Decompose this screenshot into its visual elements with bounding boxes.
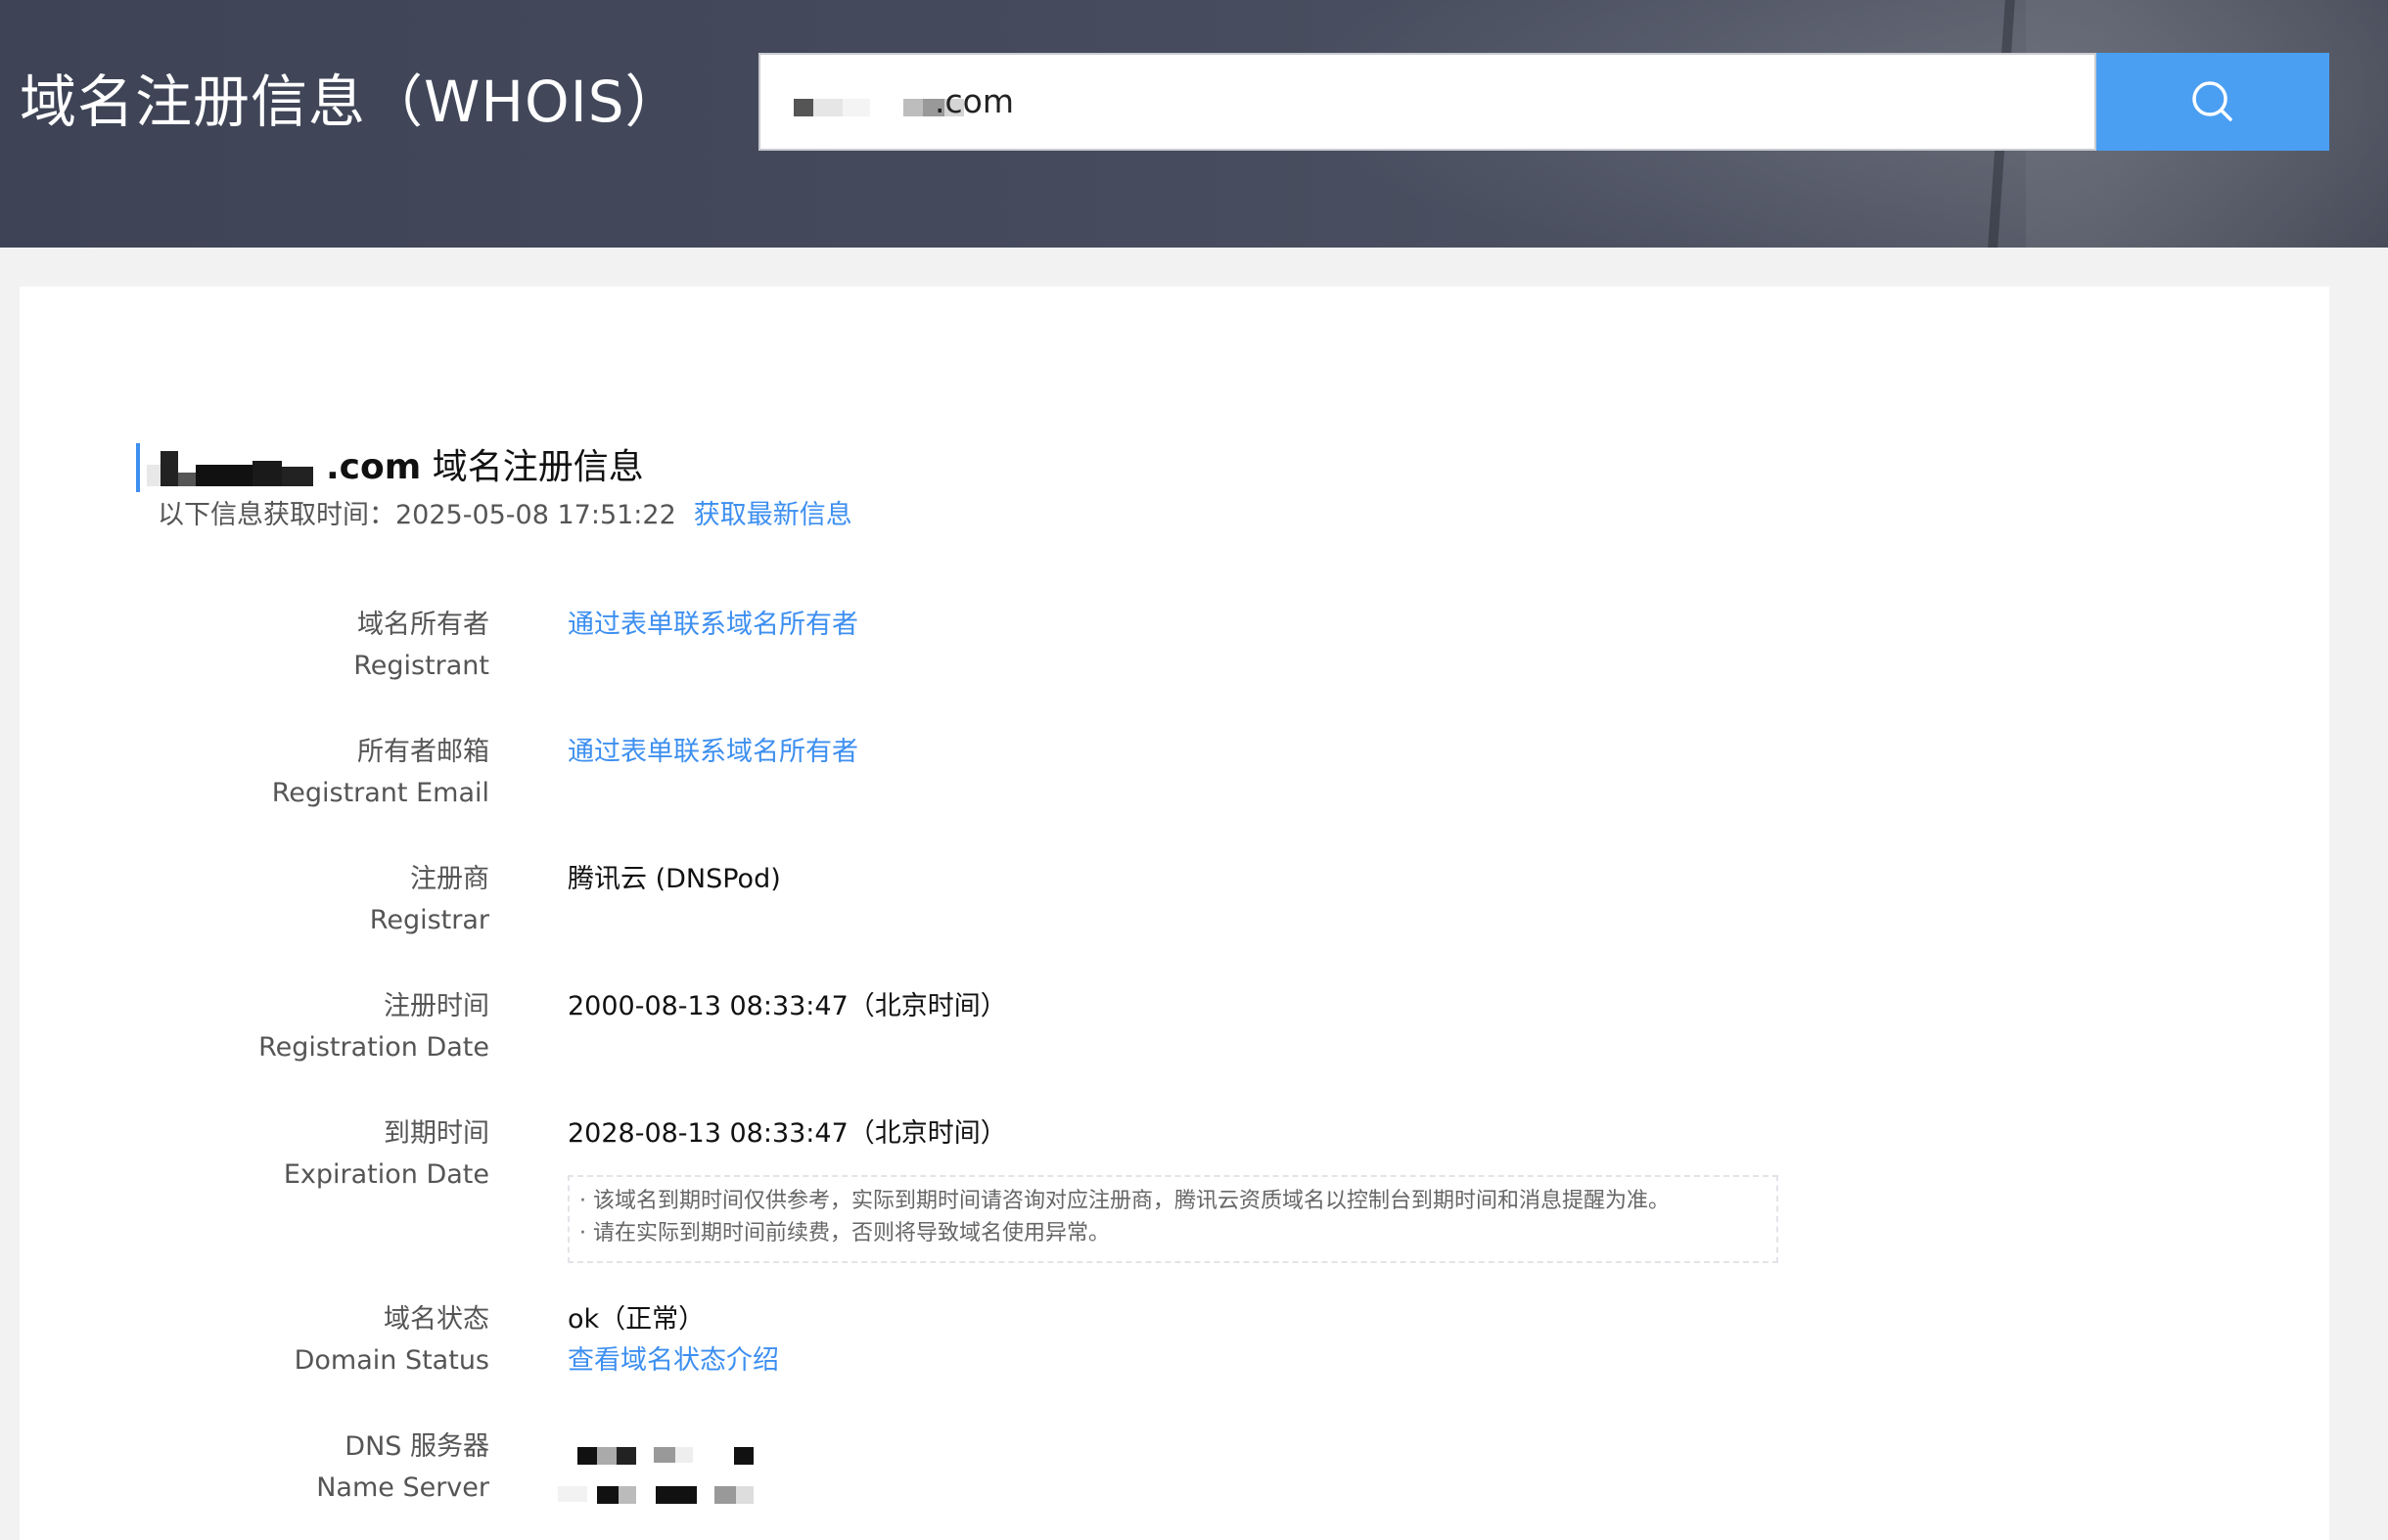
- page-title: 域名注册信息（WHOIS）: [20, 68, 683, 135]
- domain-status-value: ok（正常）: [568, 1304, 706, 1335]
- section-title: .com 域名注册信息: [326, 443, 644, 492]
- registrar-label-cn: 注册商: [410, 864, 489, 894]
- registration-date-label-cn: 注册时间: [384, 991, 489, 1021]
- search-field[interactable]: [758, 53, 2096, 151]
- redacted-name-server: [577, 1447, 773, 1465]
- registrar-label-en: Registrar: [369, 905, 489, 935]
- contact-registrant-email-link[interactable]: 通过表单联系域名所有者: [568, 732, 858, 773]
- registrar-value: 腾讯云 (DNSPod): [568, 864, 781, 894]
- domain-status-label-en: Domain Status: [294, 1345, 489, 1376]
- whois-card: .com 域名注册信息 以下信息获取时间：2025-05-08 17:51:22…: [20, 287, 2329, 1540]
- registrant-email-label-cn: 所有者邮箱: [357, 737, 489, 767]
- search-icon: [2192, 81, 2232, 121]
- name-server-label-cn: DNS 服务器: [344, 1431, 489, 1462]
- redacted-domain: [147, 451, 323, 486]
- search-input[interactable]: [935, 55, 2060, 149]
- redacted-text: [794, 99, 964, 116]
- expiration-date-label-en: Expiration Date: [283, 1159, 489, 1190]
- fetch-time-value: 2025-05-08 17:51:22: [395, 500, 676, 530]
- registration-date-value: 2000-08-13 08:33:47（北京时间）: [568, 991, 1007, 1021]
- domain-tld: .com: [326, 447, 422, 487]
- domain-status-info-link[interactable]: 查看域名状态介绍: [568, 1340, 779, 1381]
- contact-registrant-link[interactable]: 通过表单联系域名所有者: [568, 605, 858, 646]
- expiration-notice: · 该域名到期时间仅供参考，实际到期时间请咨询对应注册商，腾讯云资质域名以控制台…: [568, 1175, 1778, 1263]
- refresh-info-link[interactable]: 获取最新信息: [694, 500, 852, 530]
- fetch-time-line: 以下信息获取时间：2025-05-08 17:51:22 获取最新信息: [158, 492, 852, 539]
- expiration-notice-line: · 请在实际到期时间前续费，否则将导致域名使用异常。: [579, 1221, 1110, 1246]
- name-server-label-en: Name Server: [316, 1472, 489, 1503]
- redacted-name-server: [558, 1486, 773, 1504]
- registrant-email-label-en: Registrant Email: [271, 778, 489, 808]
- expiration-notice-line: · 该域名到期时间仅供参考，实际到期时间请咨询对应注册商，腾讯云资质域名以控制台…: [579, 1189, 1670, 1213]
- registrant-label-cn: 域名所有者: [357, 610, 489, 640]
- domain-status-label-cn: 域名状态: [384, 1304, 489, 1335]
- section-title-text: 域名注册信息: [421, 447, 644, 487]
- fetch-time-label: 以下信息获取时间：: [158, 500, 395, 530]
- registration-date-label-en: Registration Date: [258, 1032, 489, 1063]
- expiration-date-label-cn: 到期时间: [384, 1118, 489, 1149]
- search-button[interactable]: [2096, 53, 2329, 151]
- expiration-date-value: 2028-08-13 08:33:47（北京时间）: [568, 1118, 1007, 1149]
- section-accent-bar: [136, 443, 140, 492]
- registrant-label-en: Registrant: [353, 651, 489, 681]
